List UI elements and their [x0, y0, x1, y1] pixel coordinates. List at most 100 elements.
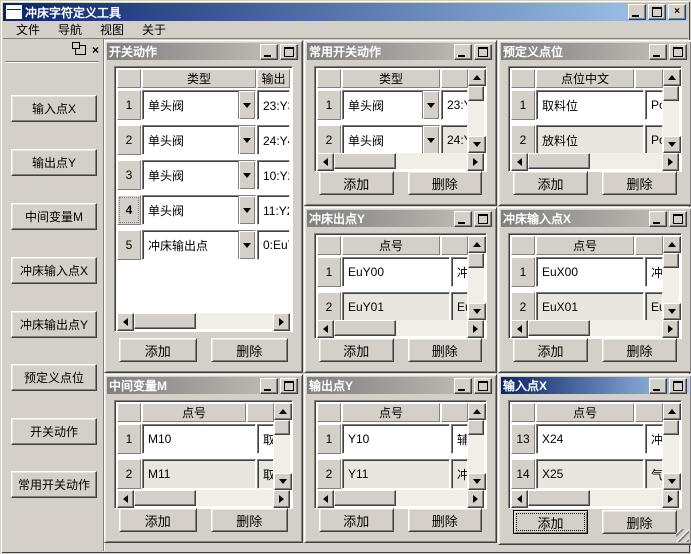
minimize-button[interactable]	[454, 378, 472, 394]
column-header-blank[interactable]	[635, 69, 663, 88]
scroll-left-button[interactable]	[511, 153, 528, 171]
dropdown-button[interactable]	[422, 91, 439, 119]
point-id-cell[interactable]: Point1	[645, 90, 663, 120]
menu-navigation[interactable]: 导航	[49, 20, 91, 39]
scrollbar-track[interactable]	[396, 153, 467, 169]
column-header-point-id[interactable]: 点号	[536, 403, 634, 422]
scrollbar-thumb[interactable]	[468, 420, 484, 435]
vertical-scrollbar[interactable]	[468, 236, 484, 320]
maximize-button[interactable]	[648, 4, 666, 20]
point-desc-cell[interactable]: 辅助	[451, 424, 468, 454]
scroll-left-button[interactable]	[511, 320, 528, 338]
menu-file[interactable]: 文件	[7, 20, 49, 39]
delete-button[interactable]: 删除	[602, 338, 677, 362]
window-titlebar[interactable]: 开关动作	[107, 43, 300, 60]
scrollbar-thumb[interactable]	[334, 490, 396, 506]
column-header-blank[interactable]	[441, 236, 468, 255]
point-id-cell[interactable]: Y11	[342, 459, 450, 489]
horizontal-scrollbar[interactable]	[117, 490, 290, 506]
horizontal-scrollbar[interactable]	[117, 313, 290, 329]
sidebar-item-predef-points[interactable]: 预定义点位	[11, 364, 97, 391]
add-button[interactable]: 添加	[319, 338, 394, 362]
scrollbar-thumb[interactable]	[663, 253, 679, 268]
add-button[interactable]: 添加	[319, 171, 394, 195]
scrollbar-track[interactable]	[396, 490, 467, 506]
delete-button[interactable]: 删除	[602, 510, 677, 534]
maximize-button[interactable]	[669, 378, 687, 394]
scroll-left-button[interactable]	[317, 490, 334, 508]
scroll-up-button[interactable]	[468, 236, 486, 253]
scroll-up-button[interactable]	[663, 69, 681, 86]
vertical-scrollbar[interactable]	[274, 403, 290, 490]
point-desc-cell[interactable]: 冲压	[645, 424, 663, 454]
scroll-down-button[interactable]	[663, 473, 681, 490]
scroll-right-button[interactable]	[467, 490, 484, 508]
minimize-button[interactable]	[260, 378, 278, 394]
point-desc-cell[interactable]: 取物	[257, 459, 274, 489]
output-value-cell[interactable]: 0:EuY00:	[257, 230, 290, 260]
delete-button[interactable]: 删除	[408, 338, 483, 362]
scrollbar-track[interactable]	[590, 320, 662, 336]
window-titlebar[interactable]: 冲床输入点X	[501, 210, 689, 227]
column-header-point-id[interactable]: 点号	[342, 236, 440, 255]
main-titlebar[interactable]: 冲床字符定义工具 ×	[3, 3, 688, 21]
minimize-button[interactable]	[260, 44, 278, 60]
scrollbar-track[interactable]	[590, 153, 662, 169]
dropdown-button[interactable]	[422, 126, 439, 153]
resize-grip[interactable]	[676, 529, 689, 542]
column-header-point-id[interactable]: 点号	[142, 403, 246, 422]
scroll-up-button[interactable]	[274, 403, 292, 420]
point-desc-cell[interactable]: 冲床	[645, 257, 663, 287]
scroll-left-button[interactable]	[317, 320, 334, 338]
point-desc-cell[interactable]: 气压	[645, 459, 663, 489]
scroll-down-button[interactable]	[468, 136, 486, 153]
window-titlebar[interactable]: 中间变量M	[107, 377, 300, 394]
horizontal-scrollbar[interactable]	[511, 320, 679, 336]
minimize-button[interactable]	[454, 44, 472, 60]
menu-view[interactable]: 视图	[91, 20, 133, 39]
column-header-point-id[interactable]: 点号	[536, 236, 634, 255]
scroll-right-icon[interactable]	[273, 313, 290, 331]
sidebar-item-switch-actions[interactable]: 开关动作	[11, 418, 97, 445]
delete-button[interactable]: 删除	[602, 171, 677, 195]
column-header-point-name[interactable]: 点位中文	[536, 69, 634, 88]
vertical-scrollbar[interactable]	[663, 236, 679, 320]
dropdown-button[interactable]	[238, 231, 255, 259]
scrollbar-thumb[interactable]	[528, 490, 590, 506]
delete-button[interactable]: 删除	[408, 171, 483, 195]
add-button[interactable]: 添加	[513, 171, 588, 195]
float-window-icon[interactable]	[75, 45, 86, 55]
sidebar-item-output-y[interactable]: 输出点Y	[11, 149, 97, 176]
output-value-cell[interactable]: 23:Y3	[441, 90, 468, 120]
dropdown-button[interactable]	[238, 126, 255, 154]
scrollbar-track[interactable]	[468, 435, 484, 473]
point-desc-cell[interactable]: EuY0	[451, 292, 468, 320]
type-combobox[interactable]: 单头阀	[142, 90, 256, 120]
type-combobox[interactable]: 单头阀	[142, 125, 256, 155]
scroll-left-button[interactable]	[317, 153, 334, 171]
scrollbar-thumb[interactable]	[134, 490, 196, 506]
add-button[interactable]: 添加	[513, 510, 588, 534]
maximize-button[interactable]	[474, 44, 492, 60]
minimize-button[interactable]	[628, 4, 646, 20]
column-header-point-id[interactable]: 点号	[342, 403, 440, 422]
output-value-cell[interactable]: 11:Y23:伏	[257, 195, 290, 225]
scroll-up-button[interactable]	[468, 403, 486, 420]
minimize-button[interactable]	[649, 378, 667, 394]
window-titlebar[interactable]: 输入点X	[501, 377, 689, 394]
vertical-scrollbar[interactable]	[468, 69, 484, 153]
point-id-cell[interactable]: Y10	[342, 424, 450, 454]
scrollbar-track[interactable]	[663, 101, 679, 136]
scrollbar-track[interactable]	[590, 490, 662, 506]
point-id-cell[interactable]: EuY01	[342, 292, 450, 320]
scroll-right-button[interactable]	[467, 320, 484, 338]
column-header-blank[interactable]	[635, 403, 663, 422]
column-header-blank[interactable]	[441, 403, 468, 422]
column-header-type[interactable]: 类型	[342, 69, 440, 88]
scrollbar-thumb[interactable]	[528, 320, 590, 336]
type-combobox[interactable]: 单头阀	[342, 125, 440, 153]
vertical-scrollbar[interactable]	[468, 403, 484, 490]
scroll-right-button[interactable]	[273, 490, 290, 508]
point-id-cell[interactable]: Point2	[645, 125, 663, 153]
column-header-blank[interactable]	[441, 69, 468, 88]
